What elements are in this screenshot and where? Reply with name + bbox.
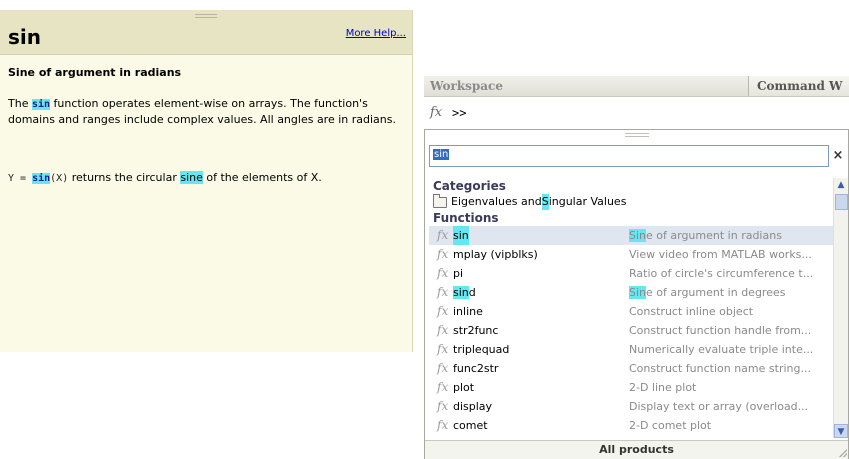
help-description: The sin function operates element-wise o… bbox=[8, 96, 404, 127]
category-label-pre: Eigenvalues and bbox=[451, 195, 542, 208]
function-name: comet bbox=[453, 419, 488, 432]
desc-highlight: Sin bbox=[629, 286, 647, 299]
function-description: Construct inline object bbox=[629, 305, 754, 318]
drag-grip[interactable] bbox=[625, 133, 649, 137]
description-text: function operates element-wise on arrays… bbox=[8, 97, 396, 126]
function-description: View video from MATLAB works... bbox=[629, 248, 812, 261]
function-row[interactable]: fx mplay (vipblks) View video from MATLA… bbox=[429, 245, 833, 264]
function-row[interactable]: fx triplequad Numerically evaluate tripl… bbox=[429, 340, 833, 359]
syntax-text: of the elements of X. bbox=[202, 171, 322, 184]
function-help-popup: sin More Help... Sine of argument in rad… bbox=[0, 10, 413, 352]
resize-grip-icon[interactable] bbox=[839, 449, 847, 457]
function-row[interactable]: fx display Display text or array (overlo… bbox=[429, 397, 833, 416]
function-name: func2str bbox=[453, 362, 499, 375]
syntax-function: sin bbox=[32, 173, 51, 184]
help-syntax: Y = sin(X) returns the circular sine of … bbox=[8, 170, 404, 186]
function-description: Construct function handle from... bbox=[629, 324, 812, 337]
more-help-link[interactable]: More Help... bbox=[346, 28, 406, 39]
function-browser-icon[interactable]: fx bbox=[430, 105, 442, 120]
function-name: mplay (vipblks) bbox=[453, 248, 538, 261]
function-description: Sine of argument in degrees bbox=[629, 283, 831, 302]
footer-label: All products bbox=[599, 443, 674, 456]
function-list: Categories Eigenvalues and Singular Valu… bbox=[429, 178, 833, 438]
function-name: str2func bbox=[453, 324, 499, 337]
search-input-value: sin bbox=[433, 149, 450, 160]
function-name: pi bbox=[453, 267, 464, 280]
function-icon: fx bbox=[437, 266, 449, 280]
code-keyword-sin: sin bbox=[31, 99, 51, 110]
function-row[interactable]: fx str2func Construct function handle fr… bbox=[429, 321, 833, 340]
categories-header: Categories bbox=[433, 179, 506, 193]
scroll-down-arrow-icon[interactable]: ▼ bbox=[834, 424, 848, 438]
syntax-highlight: sine bbox=[180, 171, 203, 184]
category-label-post: ingular Values bbox=[548, 195, 627, 208]
help-header: sin More Help... bbox=[0, 10, 412, 55]
scroll-up-arrow-icon[interactable]: ▲ bbox=[834, 178, 848, 192]
syntax-equals: = bbox=[14, 173, 33, 184]
tab-command-window[interactable]: Command W bbox=[749, 76, 849, 96]
function-icon: fx bbox=[437, 285, 449, 299]
syntax-args: (X) bbox=[50, 173, 69, 184]
function-row[interactable]: fx pi Ratio of circle's circumference t.… bbox=[429, 264, 833, 283]
function-name: sind bbox=[453, 283, 476, 302]
name-highlight: sin bbox=[453, 286, 469, 299]
function-icon: fx bbox=[437, 228, 449, 242]
function-description: 2-D comet plot bbox=[629, 419, 712, 432]
function-row[interactable]: fx sin Sine of argument in radians bbox=[429, 226, 833, 245]
function-name: plot bbox=[453, 381, 475, 394]
function-icon: fx bbox=[437, 399, 449, 413]
command-line[interactable]: fx >> bbox=[424, 99, 849, 125]
drag-grip[interactable] bbox=[195, 14, 217, 18]
function-icon: fx bbox=[437, 342, 449, 356]
function-icon: fx bbox=[437, 304, 449, 318]
vertical-scrollbar[interactable]: ▲ ▼ bbox=[833, 178, 848, 438]
tab-workspace[interactable]: Workspace bbox=[424, 76, 749, 96]
product-filter-footer[interactable]: All products bbox=[425, 440, 848, 459]
function-row[interactable]: fx sind Sine of argument in degrees bbox=[429, 283, 833, 302]
function-icon: fx bbox=[437, 247, 449, 261]
help-title: sin bbox=[8, 25, 41, 49]
function-description: Construct function name string... bbox=[629, 362, 811, 375]
function-name: display bbox=[453, 400, 493, 413]
function-icon: fx bbox=[437, 418, 449, 432]
function-description: Display text or array (overload... bbox=[629, 400, 809, 413]
desc-rest: e of argument in radians bbox=[646, 229, 782, 242]
function-row[interactable]: fx inline Construct inline object bbox=[429, 302, 833, 321]
syntax-text: returns the circular bbox=[68, 171, 181, 184]
function-name: sin bbox=[453, 226, 469, 245]
function-description: 2-D line plot bbox=[629, 381, 697, 394]
command-prompt: >> bbox=[452, 106, 467, 120]
desktop-tab-strip: Workspace Command W bbox=[424, 76, 849, 97]
category-label-highlight: S bbox=[541, 194, 549, 210]
category-item[interactable]: Eigenvalues and Singular Values bbox=[429, 193, 833, 210]
help-subtitle: Sine of argument in radians bbox=[8, 66, 182, 79]
function-icon: fx bbox=[437, 361, 449, 375]
clear-search-button[interactable]: × bbox=[830, 145, 846, 167]
function-name: triplequad bbox=[453, 343, 510, 356]
scroll-thumb[interactable] bbox=[835, 194, 848, 210]
search-input[interactable]: sin bbox=[429, 145, 829, 167]
function-name: inline bbox=[453, 305, 483, 318]
function-icon: fx bbox=[437, 323, 449, 337]
function-description: Numerically evaluate triple inte... bbox=[629, 343, 814, 356]
function-row[interactable]: fx func2str Construct function name stri… bbox=[429, 359, 833, 378]
name-rest: d bbox=[468, 286, 476, 299]
function-description: Ratio of circle's circumference t... bbox=[629, 267, 814, 280]
function-browser-popup: sin × Categories Eigenvalues and Singula… bbox=[424, 129, 849, 459]
description-text: The bbox=[8, 97, 32, 110]
function-icon: fx bbox=[437, 380, 449, 394]
desc-rest: e of argument in degrees bbox=[646, 286, 786, 299]
functions-header: Functions bbox=[433, 211, 499, 225]
function-row[interactable]: fx plot 2-D line plot bbox=[429, 378, 833, 397]
tab-workspace-label: Workspace bbox=[430, 79, 504, 93]
function-description: Sine of argument in radians bbox=[629, 226, 831, 245]
desc-highlight: Sin bbox=[629, 229, 647, 242]
function-row[interactable]: fx comet 2-D comet plot bbox=[429, 416, 833, 435]
tab-command-label: Command W bbox=[757, 79, 843, 93]
folder-icon bbox=[433, 193, 447, 208]
